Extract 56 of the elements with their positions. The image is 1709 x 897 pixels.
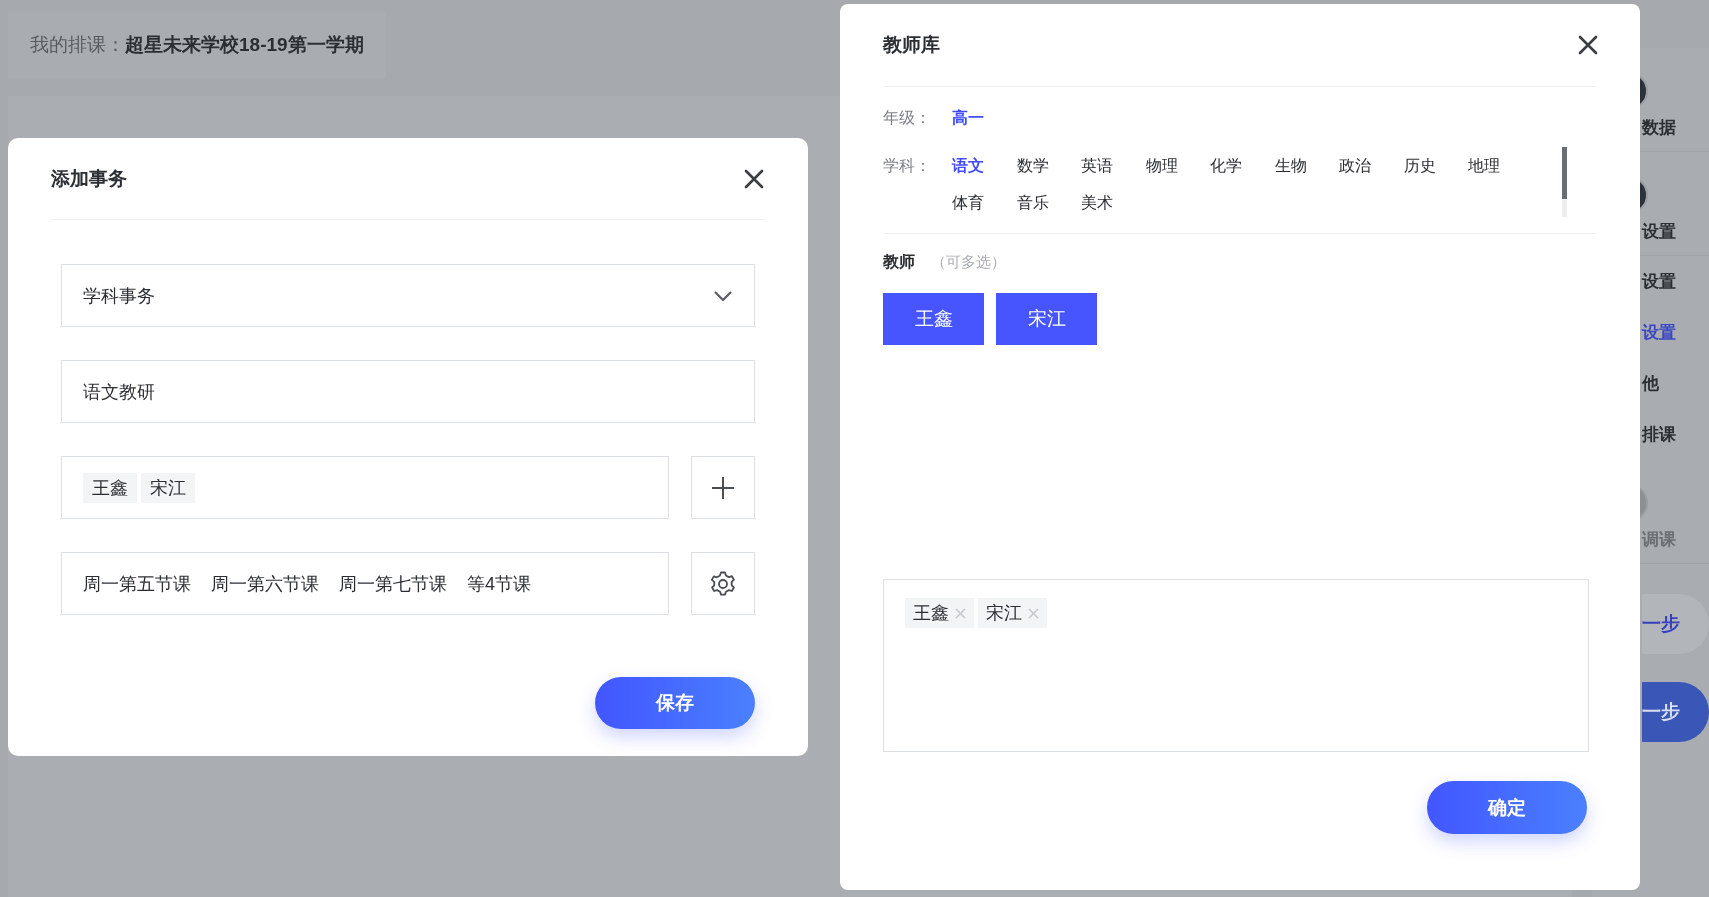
step-label[interactable]: 数据 <box>1642 116 1676 139</box>
selected-teacher-tag: 宋江 <box>978 598 1047 628</box>
filter-option[interactable]: 历史 <box>1403 147 1436 184</box>
filter-label: 学科： <box>883 156 932 176</box>
scrollbar[interactable] <box>1562 147 1567 217</box>
step-sub-item[interactable]: 设置 <box>1642 270 1676 293</box>
section-hint: （可多选） <box>931 253 1006 272</box>
teachers-field[interactable]: 王鑫 宋江 <box>61 456 669 519</box>
teacher-tag: 王鑫 <box>83 472 137 503</box>
close-icon <box>955 607 966 619</box>
filter-option[interactable]: 生物 <box>1274 147 1307 184</box>
close-icon <box>743 167 765 190</box>
close-button[interactable] <box>743 167 765 190</box>
period-item: 周一第五节课 <box>83 572 191 596</box>
settings-button[interactable] <box>691 552 755 615</box>
filter-option[interactable]: 高一 <box>952 99 984 136</box>
close-icon <box>1577 34 1599 56</box>
dialog-title: 添加事务 <box>51 166 127 191</box>
confirm-button[interactable]: 确定 <box>1427 781 1587 834</box>
next-step-button[interactable]: 一步 <box>1642 682 1709 742</box>
step-label[interactable]: 设置 <box>1642 220 1676 243</box>
school-term: 超星未来学校18-19第一学期 <box>125 33 364 57</box>
previous-step-button[interactable]: 一步 <box>1642 594 1709 654</box>
plus-icon <box>711 475 735 500</box>
periods-field[interactable]: 周一第五节课 周一第六节课 周一第七节课 等4节课 <box>61 552 669 615</box>
close-icon <box>1028 607 1039 619</box>
filter-option[interactable]: 地理 <box>1468 147 1500 184</box>
filter-option[interactable]: 音乐 <box>1016 184 1049 221</box>
filter-option[interactable]: 语文 <box>952 147 984 184</box>
close-button[interactable] <box>1577 34 1599 56</box>
dialog-title: 教师库 <box>883 33 940 57</box>
filter-option[interactable]: 美术 <box>1081 184 1113 221</box>
filter-option[interactable]: 政治 <box>1339 147 1371 184</box>
period-item: 等4节课 <box>467 572 531 596</box>
filter-option[interactable]: 物理 <box>1145 147 1178 184</box>
teacher-option[interactable]: 宋江 <box>996 293 1097 345</box>
add-teacher-button[interactable] <box>691 456 755 519</box>
save-button[interactable]: 保存 <box>595 677 755 729</box>
settings-icon <box>709 569 737 598</box>
teacher-tag: 宋江 <box>141 472 195 503</box>
period-item: 周一第六节课 <box>211 572 319 596</box>
type-select[interactable]: 学科事务 <box>61 264 755 327</box>
name-field[interactable]: 语文教研 <box>61 360 755 423</box>
step-sub-item[interactable]: 他 <box>1642 372 1659 395</box>
breadcrumb-label: 我的排课： <box>30 33 125 57</box>
filter-label: 年级： <box>883 108 932 128</box>
selected-teacher-tag: 王鑫 <box>905 598 974 628</box>
period-item: 周一第七节课 <box>339 572 447 596</box>
filter-option[interactable]: 英语 <box>1081 147 1113 184</box>
filter-option[interactable]: 数学 <box>1016 147 1049 184</box>
filter-option[interactable]: 化学 <box>1210 147 1242 184</box>
chevron-down-icon <box>713 289 733 302</box>
step-sub-item[interactable]: 排课 <box>1642 423 1676 446</box>
section-label: 教师 <box>883 252 915 272</box>
filter-option[interactable]: 体育 <box>952 184 984 221</box>
teacher-option[interactable]: 王鑫 <box>883 293 984 345</box>
